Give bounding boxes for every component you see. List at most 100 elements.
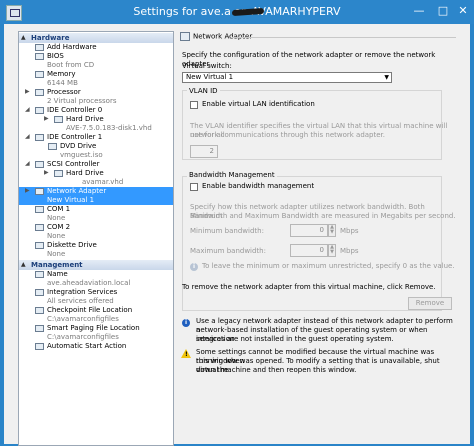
com-port-icon	[35, 206, 44, 213]
min-bandwidth-unit: Mbps	[340, 227, 359, 235]
tree-item-hard-drive-0[interactable]: ▶ Hard Drive AVE-7.5.0.183-disk1.vhd	[19, 115, 173, 133]
collapse-icon[interactable]: ◢	[25, 133, 30, 140]
vlan-checkbox[interactable]	[190, 101, 198, 109]
tree-item-com2[interactable]: COM 2 None	[19, 223, 173, 241]
tree-item-bios[interactable]: BIOS Boot from CD	[19, 52, 173, 70]
bandwidth-checkbox[interactable]	[190, 183, 198, 191]
tree-item-sublabel: C:\avamarconfigfiles	[47, 333, 119, 341]
network-adapter-icon	[35, 188, 44, 195]
vlan-id-input[interactable]: 2	[190, 145, 218, 158]
warning-text: virtual machine and then reopen this win…	[196, 366, 357, 374]
tree-item-sublabel: ave.aheadaviation.local	[47, 279, 131, 287]
tree-item-network-adapter[interactable]: ▶ Network Adapter New Virtual 1	[19, 187, 173, 205]
vlan-description: network communications through this netw…	[190, 131, 386, 139]
tree-item-add-hardware[interactable]: Add Hardware	[19, 43, 173, 52]
ide-controller-icon	[35, 134, 44, 141]
tree-item-hard-drive-1[interactable]: ▶ Hard Drive avamar.vhd	[19, 169, 173, 187]
tree-item-diskette-drive[interactable]: Diskette Drive None	[19, 241, 173, 259]
max-bandwidth-spinner[interactable]: ▲ ▼	[328, 244, 336, 257]
expand-icon[interactable]: ▶	[25, 187, 30, 194]
collapse-icon[interactable]: ◢	[25, 160, 30, 167]
tree-item-smart-paging-file-location[interactable]: Smart Paging File Location C:\avamarconfi…	[19, 324, 173, 342]
name-icon	[35, 271, 44, 278]
tree-item-memory[interactable]: Memory 6144 MB	[19, 70, 173, 88]
min-bandwidth-input[interactable]: 0	[290, 224, 328, 237]
tree-item-label: Name	[47, 270, 68, 278]
warning-icon: !	[181, 349, 191, 358]
info-icon: i	[182, 319, 190, 327]
bandwidth-description: Bandwidth and Maximum Bandwidth are meas…	[190, 212, 456, 220]
chevron-down-icon: ▼	[384, 74, 389, 81]
processor-icon	[35, 89, 44, 96]
tree-item-integration-services[interactable]: Integration Services All services offered	[19, 288, 173, 306]
tree-item-scsi-controller[interactable]: ◢ SCSI Controller	[19, 160, 173, 169]
smart-paging-icon	[35, 325, 44, 332]
tree-item-label: Hard Drive	[66, 169, 104, 177]
tree-item-ide-controller-1[interactable]: ◢ IDE Controller 1	[19, 133, 173, 142]
tree-item-sublabel: None	[47, 250, 66, 258]
tree-item-sublabel: 2 Virtual processors	[47, 97, 117, 105]
collapse-icon[interactable]: ▲	[21, 260, 26, 270]
tree-item-label: DVD Drive	[60, 142, 97, 150]
tree-item-sublabel: Boot from CD	[47, 61, 95, 69]
bios-icon	[35, 53, 44, 60]
min-bandwidth-spinner[interactable]: ▲ ▼	[328, 224, 336, 237]
network-adapter-icon	[180, 32, 190, 41]
tree-item-label: Diskette Drive	[47, 241, 97, 249]
maximize-button[interactable]: □	[432, 2, 454, 20]
expand-icon[interactable]: ▶	[25, 88, 30, 95]
bandwidth-note: To leave the minimum or maximum unrestri…	[202, 262, 455, 270]
tree-item-label: Integration Services	[47, 288, 118, 296]
tree-item-label: Automatic Start Action	[47, 342, 127, 350]
tree-item-label: Memory	[47, 70, 76, 78]
management-section-label: Management	[31, 261, 83, 269]
tree-item-label: COM 2	[47, 223, 71, 231]
dvd-drive-icon	[48, 143, 57, 150]
minimize-button[interactable]: —	[408, 2, 430, 20]
max-bandwidth-input[interactable]: 0	[290, 244, 328, 257]
tree-item-label: IDE Controller 1	[47, 133, 103, 141]
tree-item-name[interactable]: Name ave.aheadaviation.local	[19, 270, 173, 288]
vlan-group-label: VLAN ID	[187, 87, 220, 96]
min-bandwidth-value: 0	[319, 226, 324, 234]
tree-item-label: SCSI Controller	[47, 160, 100, 168]
network-adapter-panel: Network Adapter Specify the configuratio…	[172, 31, 456, 440]
management-section-header[interactable]: ▲ Management	[19, 260, 173, 270]
bandwidth-checkbox-label: Enable bandwidth management	[202, 182, 315, 190]
max-bandwidth-unit: Mbps	[340, 247, 359, 255]
close-button[interactable]: ✕	[452, 2, 474, 20]
tree-item-sublabel: AVE-7.5.0.183-disk1.vhd	[66, 124, 152, 132]
tree-item-automatic-start-action[interactable]: Automatic Start Action	[19, 342, 173, 351]
tree-item-processor[interactable]: ▶ Processor 2 Virtual processors	[19, 88, 173, 106]
expand-icon[interactable]: ▶	[44, 169, 49, 176]
checkpoint-icon	[35, 307, 44, 314]
integration-services-icon	[35, 289, 44, 296]
collapse-icon[interactable]: ▲	[21, 33, 26, 43]
collapse-icon[interactable]: ◢	[25, 106, 30, 113]
settings-tree[interactable]: ▲ Hardware Add Hardware BIOS Boot from CD…	[18, 31, 174, 446]
tree-item-sublabel: None	[47, 232, 66, 240]
info-icon: i	[190, 263, 198, 271]
virtual-switch-select[interactable]: New Virtual 1 ▼	[182, 72, 392, 83]
hardware-section-header[interactable]: ▲ Hardware	[19, 33, 173, 43]
vlan-checkbox-label: Enable virtual LAN identification	[202, 100, 315, 108]
tree-item-label: BIOS	[47, 52, 64, 60]
tree-item-dvd-drive[interactable]: DVD Drive vmguest.iso	[19, 142, 173, 160]
bandwidth-group-label: Bandwidth Management	[187, 171, 277, 180]
tree-item-sublabel: None	[47, 214, 66, 222]
tree-item-label: Hard Drive	[66, 115, 104, 123]
diskette-drive-icon	[35, 242, 44, 249]
tree-item-label: COM 1	[47, 205, 71, 213]
max-bandwidth-value: 0	[319, 246, 324, 254]
tree-item-ide-controller-0[interactable]: ◢ IDE Controller 0	[19, 106, 173, 115]
tree-item-sublabel: New Virtual 1	[47, 196, 95, 204]
ide-controller-icon	[35, 107, 44, 114]
tree-item-checkpoint-file-location[interactable]: Checkpoint File Location C:\avamarconfigf…	[19, 306, 173, 324]
expand-icon[interactable]: ▶	[44, 115, 49, 122]
hardware-section-label: Hardware	[31, 34, 70, 42]
remove-button[interactable]: Remove	[408, 297, 452, 310]
tree-item-label: Network Adapter	[47, 187, 107, 195]
virtual-switch-value: New Virtual 1	[186, 73, 234, 81]
max-bandwidth-label: Maximum bandwidth:	[190, 247, 266, 255]
tree-item-com1[interactable]: COM 1 None	[19, 205, 173, 223]
